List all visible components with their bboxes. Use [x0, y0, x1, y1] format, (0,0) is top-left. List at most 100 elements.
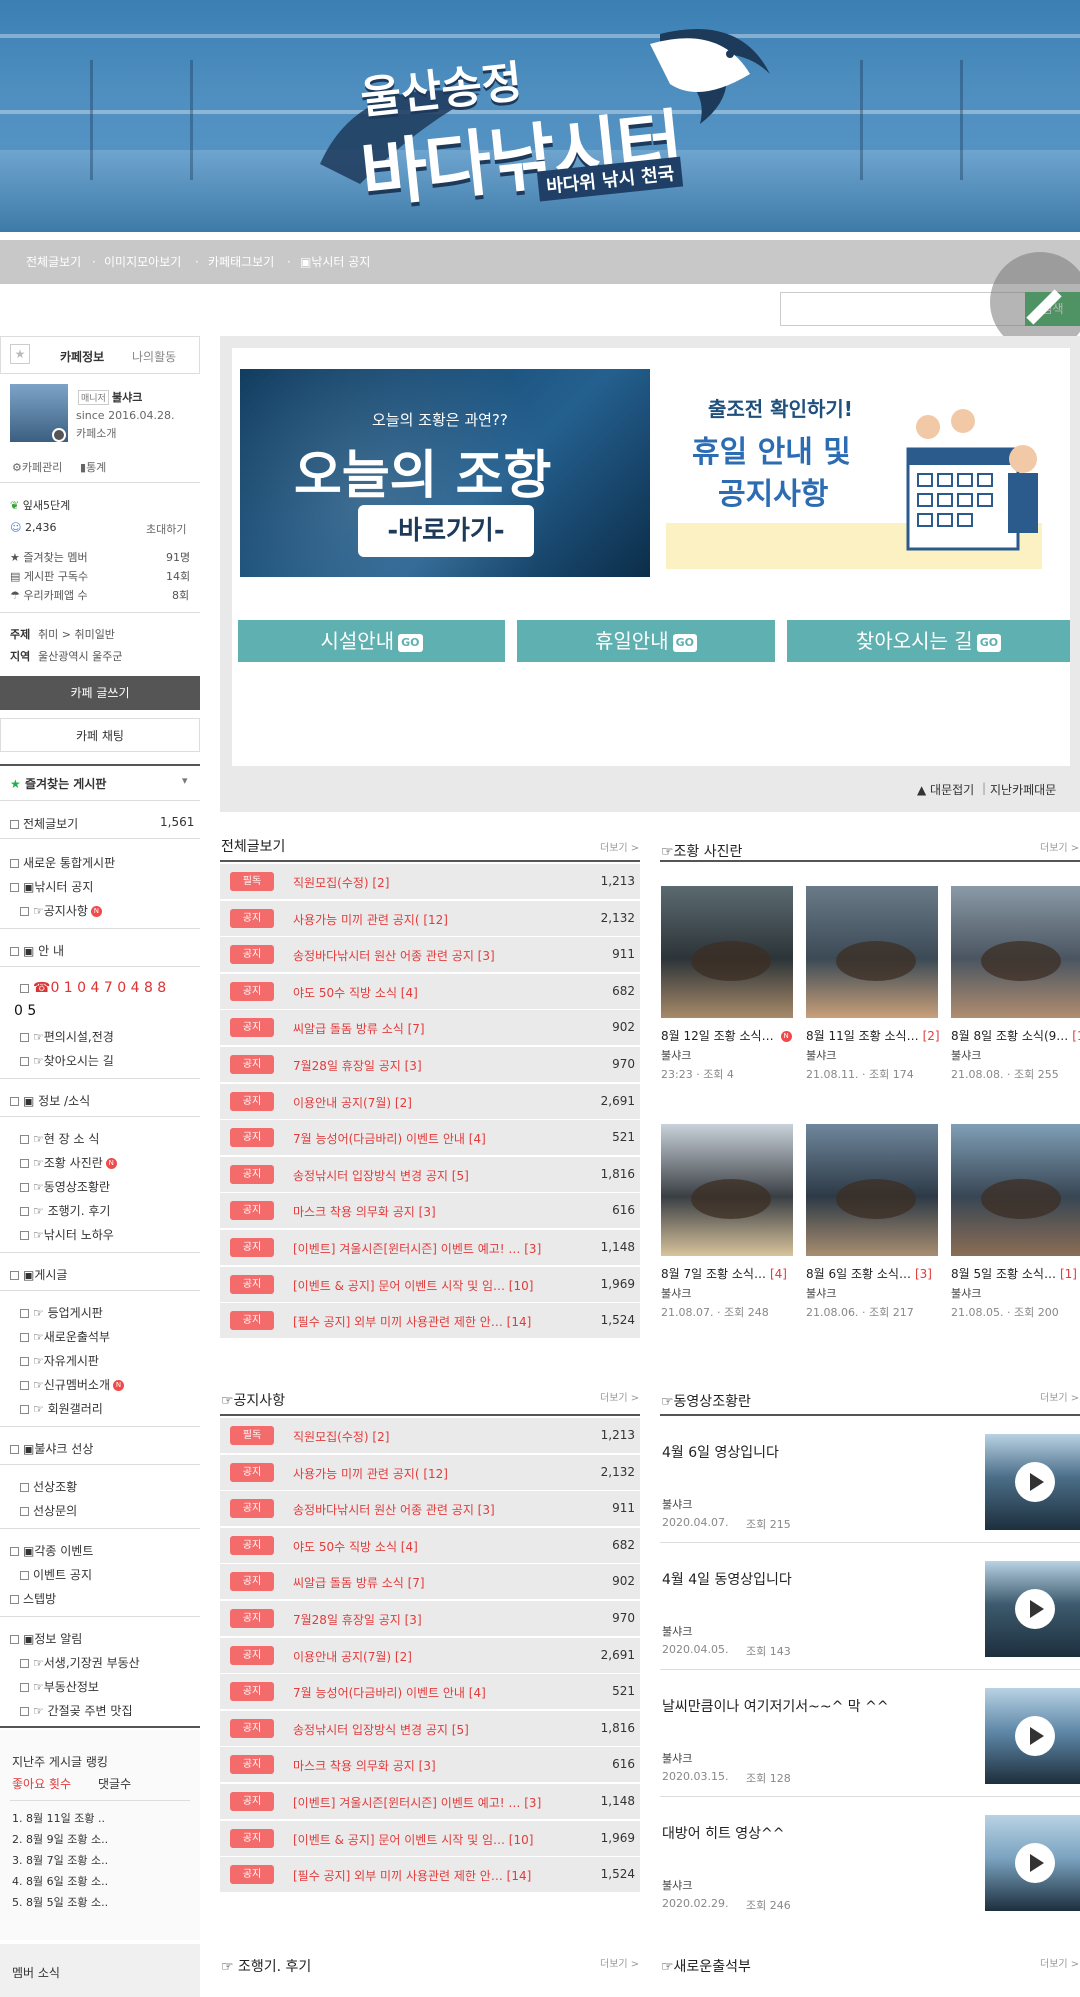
sidebar-item-reviews[interactable]: ☞ 조행기. 후기	[20, 1202, 110, 1219]
member-count[interactable]: ☺ 2,436	[10, 521, 56, 534]
table-row[interactable]: 공지 [필수 공지] 외부 미끼 사용관련 제한 안… [14] 1,524	[220, 1303, 640, 1340]
fold-banner-link[interactable]: ▲ 대문접기	[917, 781, 974, 798]
cafe-manage-link[interactable]: ⚙카페관리	[12, 459, 62, 475]
table-row[interactable]: 공지 야도 50수 직방 소식 [4] 682	[220, 1527, 640, 1564]
sidebar-item-notice-group[interactable]: ▣낚시터 공지	[10, 878, 93, 895]
nav-notice[interactable]: ▣낚시터 공지	[300, 240, 370, 284]
sidebar-item-restaurants[interactable]: ☞ 간절곶 주변 맛집	[20, 1702, 132, 1719]
sidebar-item-videos[interactable]: ☞동영상조황란	[20, 1178, 110, 1195]
post-title[interactable]: 직원모집(수정) [2]	[293, 1428, 573, 1445]
video-title[interactable]: 4월 6일 영상입니다	[662, 1442, 962, 1462]
video-section-title[interactable]: ☞동영상조황란	[661, 1391, 751, 1411]
sidebar-item-new-board[interactable]: 새로운 통합게시판	[10, 854, 115, 871]
table-row[interactable]: 공지 [필수 공지] 외부 미끼 사용관련 제한 안… [14] 1,524	[220, 1857, 640, 1894]
video-title[interactable]: 4월 4일 동영상입니다	[662, 1569, 962, 1589]
nav-tag-view[interactable]: 카페태그보기	[208, 240, 274, 284]
nav-all-posts[interactable]: 전체글보기	[26, 240, 81, 284]
today-report-promo[interactable]: 오늘의 조황은 과연?? 오늘의 조항 -바로가기-	[240, 369, 650, 577]
cafe-write-button[interactable]: 카페 글쓰기	[0, 676, 200, 710]
post-title[interactable]: 7월28일 휴장일 공지 [3]	[293, 1611, 573, 1628]
play-icon[interactable]	[1015, 1462, 1055, 1502]
more-link[interactable]: 더보기 >	[600, 839, 639, 854]
cafe-stats-link[interactable]: ▮통계	[80, 459, 106, 475]
sidebar-item-all-posts[interactable]: 전체글보기	[10, 815, 78, 832]
photo-thumbnail[interactable]	[806, 1124, 938, 1256]
cafe-intro-link[interactable]: 카페소개	[76, 425, 116, 441]
post-title[interactable]: 직원모집(수정) [2]	[293, 874, 573, 891]
table-row[interactable]: 공지 7월28일 휴장일 공지 [3] 970	[220, 1047, 640, 1083]
sidebar-item-staff[interactable]: 스텝방	[10, 1590, 56, 1607]
video-author[interactable]: 불샤크	[662, 1623, 692, 1639]
post-title[interactable]: 사용가능 미끼 관련 공지( [12]	[293, 1465, 573, 1482]
table-row[interactable]: 필독 직원모집(수정) [2] 1,213	[220, 1418, 640, 1454]
photo-title[interactable]: 8월 8일 조황 소식(9…[1]	[951, 1027, 1080, 1044]
sidebar-item-events[interactable]: ▣각종 이벤트	[10, 1542, 93, 1559]
more-link[interactable]: 더보기 >	[600, 1955, 639, 1970]
post-title[interactable]: 마스크 착용 의무화 공지 [3]	[293, 1757, 573, 1774]
post-title[interactable]: [필수 공지] 외부 미끼 사용관련 제한 안… [14]	[293, 1313, 573, 1330]
sidebar-item-boat[interactable]: ▣불샤크 선상	[10, 1440, 93, 1457]
sidebar-item-phone[interactable]: ☎0 1 0 4 7 0 4 8 8	[20, 980, 166, 996]
table-row[interactable]: 공지 사용가능 미끼 관련 공지( [12] 2,132	[220, 1454, 640, 1491]
table-row[interactable]: 공지 마스크 착용 의무화 공지 [3] 616	[220, 1747, 640, 1784]
table-row[interactable]: 공지 씨알급 돌돔 방류 소식 [7] 902	[220, 1010, 640, 1047]
chevron-down-icon[interactable]: ▾	[182, 774, 188, 787]
table-row[interactable]: 공지 7월 능성어(다금바리) 이벤트 안내 [4] 521	[220, 1120, 640, 1157]
sidebar-item-realestate2[interactable]: ☞부동산정보	[20, 1678, 99, 1695]
photo-section-title[interactable]: ☞조황 사진란	[661, 841, 742, 861]
all-posts-section-title[interactable]: 전체글보기	[221, 836, 285, 856]
video-author[interactable]: 불샤크	[662, 1877, 692, 1893]
ranking-item[interactable]: 3. 8월 7일 조황 소..	[12, 1852, 108, 1868]
post-title[interactable]: 송정낚시터 입장방식 변경 공지 [5]	[293, 1721, 573, 1738]
nav-image-view[interactable]: 이미지모아보기	[104, 240, 181, 284]
sidebar-item-guide[interactable]: ▣ 안 내	[10, 942, 64, 959]
sidebar-item-realestate1[interactable]: ☞서생,기장권 부동산	[20, 1654, 140, 1671]
photo-title[interactable]: 8월 11일 조황 소식… [2]	[806, 1027, 946, 1044]
ranking-item[interactable]: 5. 8월 5일 조황 소..	[12, 1894, 108, 1910]
photo-title[interactable]: 8월 5일 조황 소식… [1]	[951, 1265, 1080, 1282]
post-title[interactable]: [이벤트 & 공지] 문어 이벤트 시작 및 임… [10]	[293, 1831, 573, 1848]
ranking-item[interactable]: 2. 8월 9일 조황 소..	[12, 1831, 108, 1847]
promo1-go-button[interactable]: -바로가기-	[358, 505, 534, 557]
table-row[interactable]: 공지 [이벤트] 겨울시즌[윈터시즌] 이벤트 예고! … [3] 1,148	[220, 1230, 640, 1266]
sidebar-item-info-news[interactable]: ▣ 정보 /소식	[10, 1092, 90, 1109]
photo-thumbnail[interactable]	[951, 1124, 1080, 1256]
post-title[interactable]: 야도 50수 직방 소식 [4]	[293, 1538, 573, 1555]
sidebar-item-gallery[interactable]: ☞ 회원갤러리	[20, 1400, 103, 1417]
sidebar-item-event-notice[interactable]: 이벤트 공지	[20, 1566, 92, 1583]
sidebar-item-knowhow[interactable]: ☞낚시터 노하우	[20, 1226, 114, 1243]
topic-value[interactable]: 취미 > 취미일반	[38, 626, 115, 642]
sidebar-item-posts[interactable]: ▣게시글	[10, 1266, 67, 1283]
sidebar-item-attendance[interactable]: ☞새로운출석부	[20, 1328, 110, 1345]
tab-cafe-info[interactable]: 카페정보	[60, 348, 104, 365]
table-row[interactable]: 공지 송정낚시터 입장방식 변경 공지 [5] 1,816	[220, 1710, 640, 1747]
ranking-item[interactable]: 1. 8월 11일 조황 ..	[12, 1810, 105, 1826]
post-title[interactable]: 7월 능성어(다금바리) 이벤트 안내 [4]	[293, 1684, 573, 1701]
table-row[interactable]: 공지 송정낚시터 입장방식 변경 공지 [5] 1,816	[220, 1156, 640, 1193]
table-row[interactable]: 공지 7월 능성어(다금바리) 이벤트 안내 [4] 521	[220, 1674, 640, 1711]
attendance-section-title[interactable]: ☞새로운출석부	[661, 1956, 751, 1976]
sidebar-item-directions[interactable]: ☞찾아오시는 길	[20, 1052, 114, 1069]
gear-icon[interactable]	[52, 428, 66, 442]
video-title[interactable]: 날씨만큼이나 여기저기서~~^ 막 ^^	[662, 1696, 962, 1716]
video-thumbnail[interactable]	[985, 1434, 1080, 1530]
photo-thumbnail[interactable]	[661, 1124, 793, 1256]
post-title[interactable]: 송정낚시터 입장방식 변경 공지 [5]	[293, 1167, 573, 1184]
sidebar-item-info-alert[interactable]: ▣정보 알림	[10, 1630, 82, 1647]
more-link[interactable]: 더보기 >	[1040, 839, 1079, 854]
notice-section-title[interactable]: ☞공지사항	[221, 1390, 285, 1410]
post-title[interactable]: 씨알급 돌돔 방류 소식 [7]	[293, 1020, 573, 1037]
video-thumbnail[interactable]	[985, 1815, 1080, 1911]
post-title[interactable]: 마스크 착용 의무화 공지 [3]	[293, 1203, 573, 1220]
fav-boards-toggle[interactable]: ★ 즐겨찾는 게시판	[10, 775, 106, 792]
table-row[interactable]: 공지 [이벤트 & 공지] 문어 이벤트 시작 및 임… [10] 1,969	[220, 1266, 640, 1303]
photo-title[interactable]: 8월 6일 조황 소식… [3]	[806, 1265, 946, 1282]
photo-title[interactable]: 8월 7일 조황 소식… [4]	[661, 1265, 801, 1282]
sidebar-item-boat-inquiry[interactable]: 선상문의	[20, 1502, 77, 1519]
post-title[interactable]: 7월28일 휴장일 공지 [3]	[293, 1057, 573, 1074]
directions-button[interactable]: 찾아오시는 길 GO	[787, 620, 1070, 662]
play-icon[interactable]	[1015, 1843, 1055, 1883]
sidebar-item-boat-report[interactable]: 선상조황	[20, 1478, 77, 1495]
post-title[interactable]: [이벤트 & 공지] 문어 이벤트 시작 및 임… [10]	[293, 1277, 573, 1294]
invite-link[interactable]: 초대하기	[146, 521, 186, 537]
